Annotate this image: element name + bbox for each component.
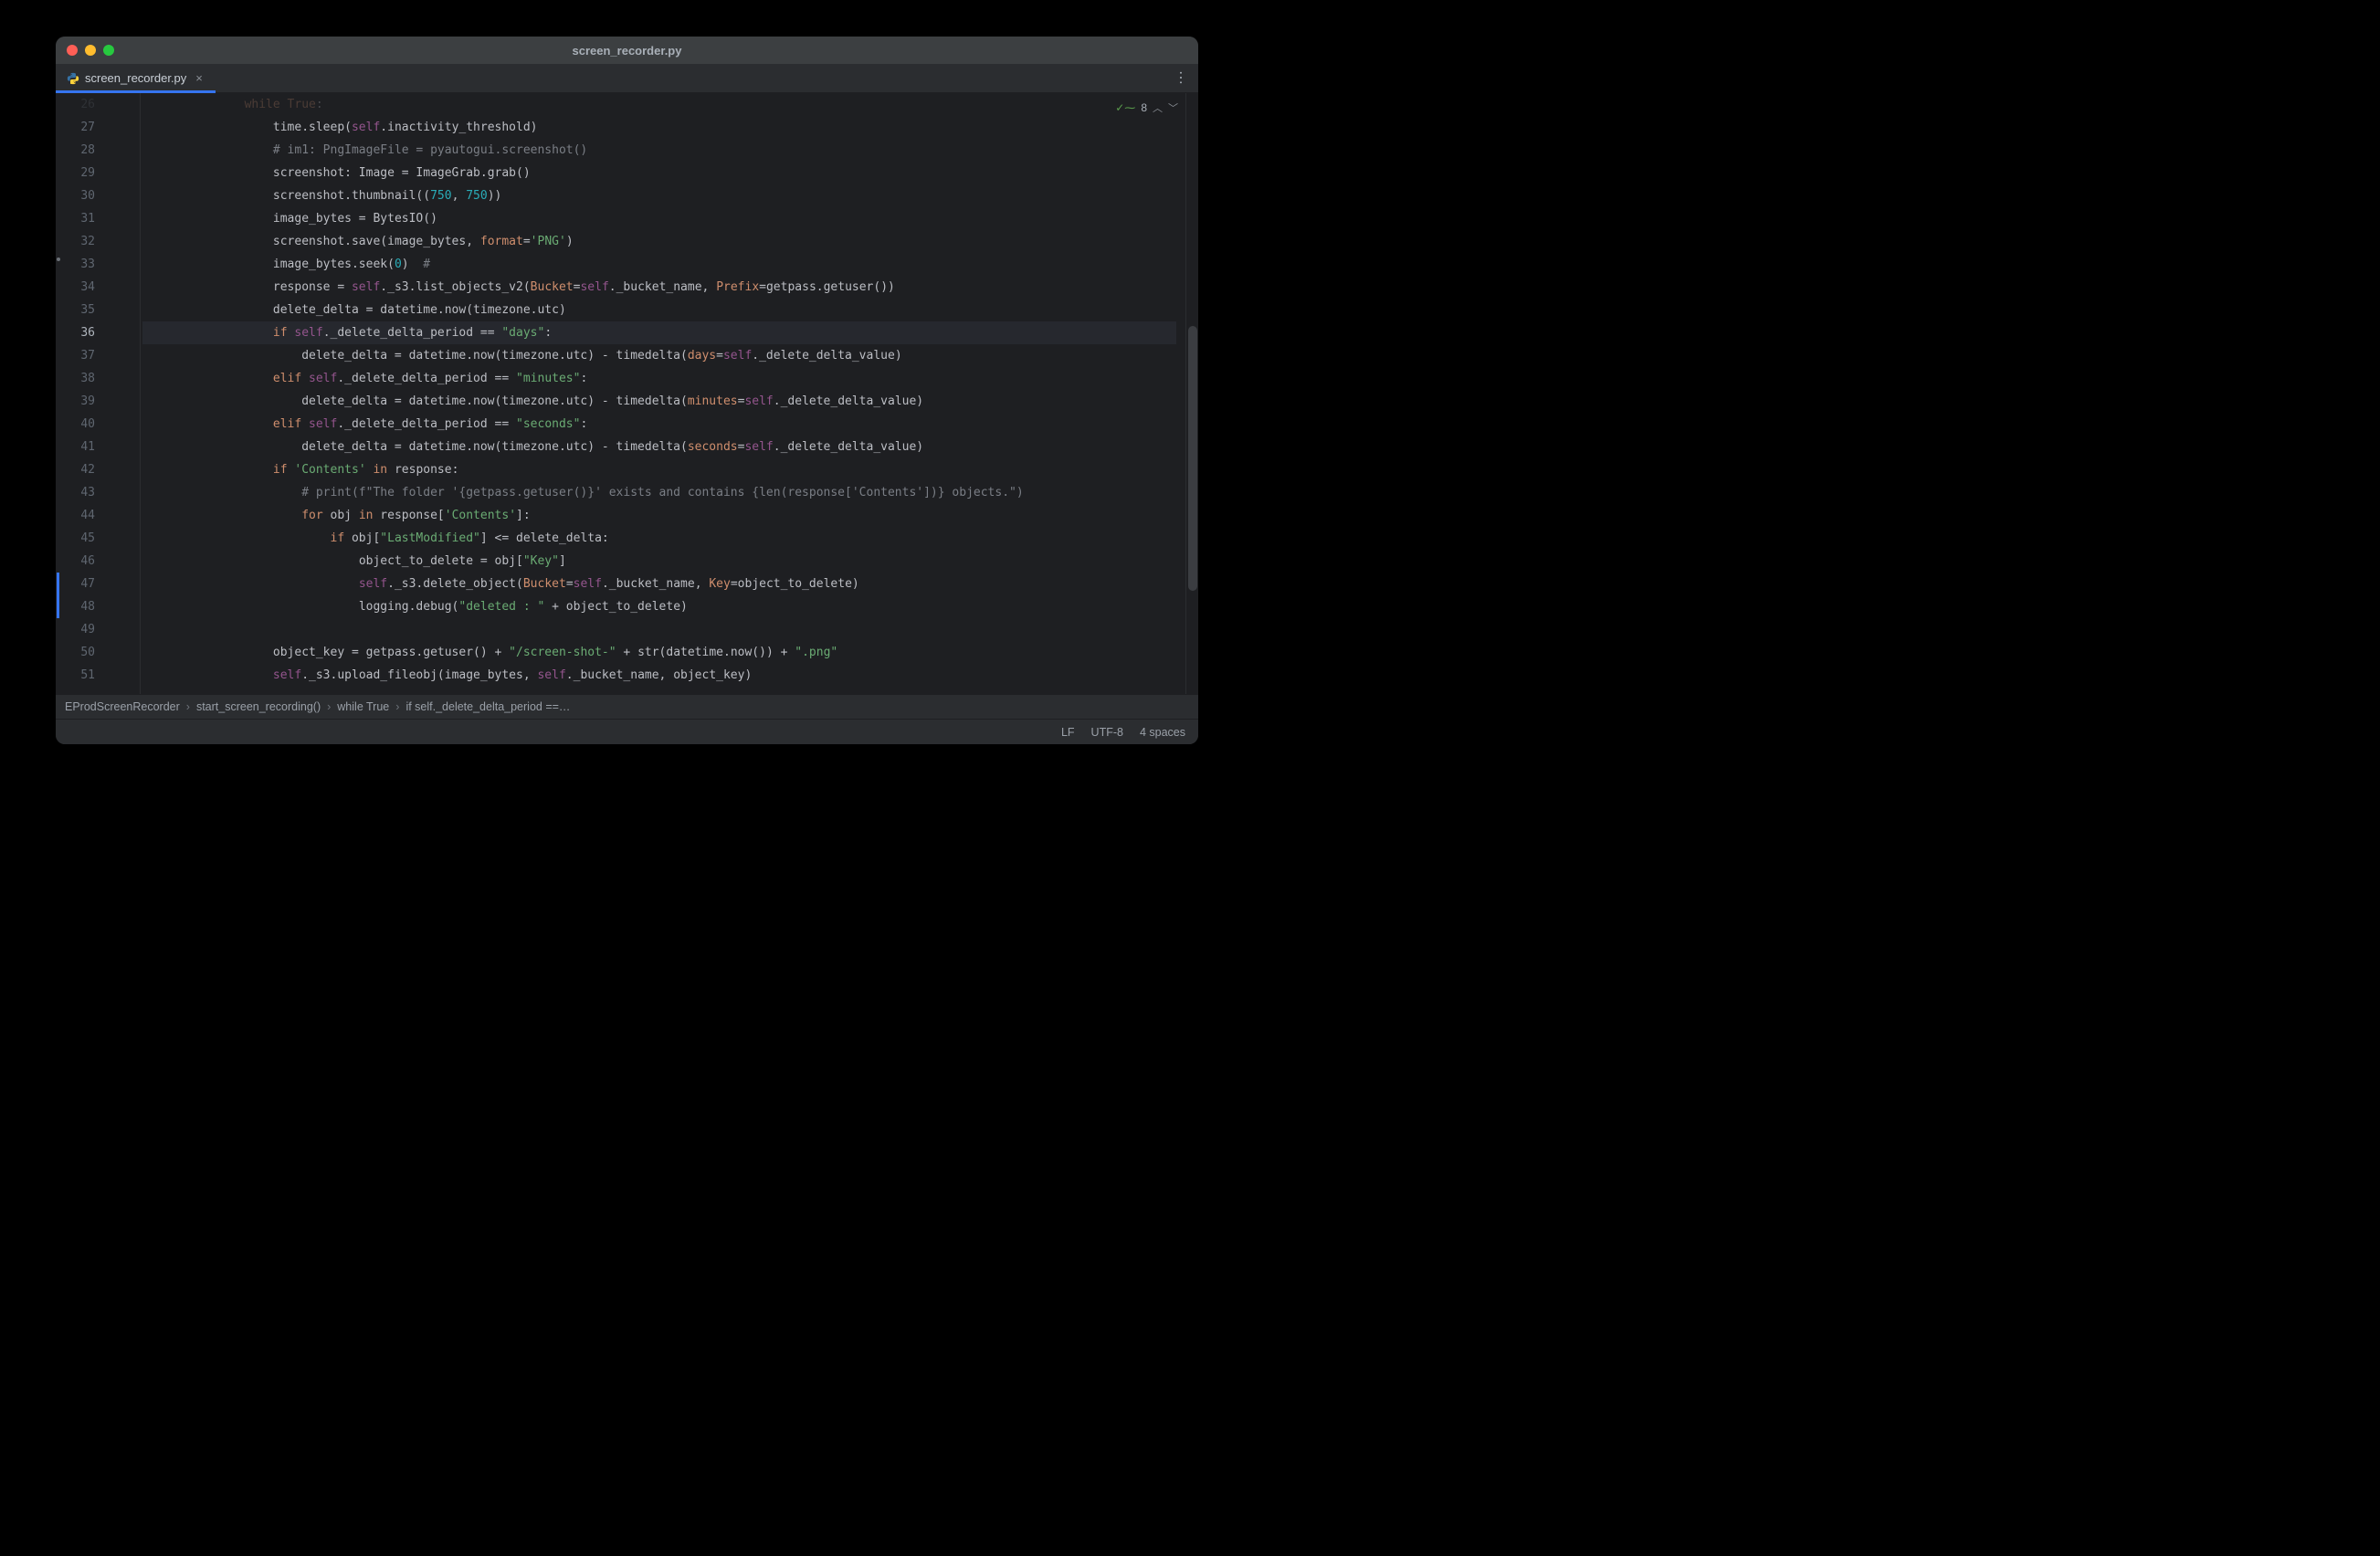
check-icon: ✓⁓ (1115, 101, 1135, 114)
encoding[interactable]: UTF-8 (1091, 726, 1123, 739)
chevron-up-icon[interactable]: ︿ (1153, 100, 1163, 115)
maximize-window-button[interactable] (103, 45, 114, 56)
minimap-scrollbar[interactable] (1185, 93, 1198, 694)
window-controls (67, 45, 114, 56)
breadcrumb-item[interactable]: if self._delete_delta_period ==… (405, 700, 570, 713)
line-number-gutter: 2627282930313233343536373839404142434445… (56, 93, 104, 694)
window-title: screen_recorder.py (56, 44, 1198, 58)
tab-screen-recorder[interactable]: screen_recorder.py × (56, 64, 216, 92)
close-window-button[interactable] (67, 45, 78, 56)
breadcrumb-item[interactable]: EProdScreenRecorder (65, 700, 180, 713)
tab-options-icon[interactable]: ⋯ (1172, 70, 1190, 87)
inspection-widget[interactable]: ✓⁓ 8 ︿ ﹀ (1115, 100, 1178, 115)
breadcrumb[interactable]: EProdScreenRecorder›start_screen_recordi… (56, 694, 1198, 719)
code-editor[interactable]: 2627282930313233343536373839404142434445… (56, 93, 1198, 694)
tab-label: screen_recorder.py (85, 71, 186, 85)
indent-setting[interactable]: 4 spaces (1140, 726, 1185, 739)
titlebar[interactable]: screen_recorder.py (56, 37, 1198, 64)
scrollbar-thumb[interactable] (1188, 326, 1197, 591)
chevron-down-icon[interactable]: ﹀ (1168, 100, 1178, 115)
fold-column (104, 93, 141, 694)
status-bar: LF UTF-8 4 spaces (56, 719, 1198, 744)
tab-bar: screen_recorder.py × ⋯ (56, 64, 1198, 93)
code-area[interactable]: while True: time.sleep(self.inactivity_t… (141, 93, 1185, 694)
breadcrumb-item[interactable]: while True (337, 700, 389, 713)
line-ending[interactable]: LF (1061, 726, 1075, 739)
editor-window: screen_recorder.py screen_recorder.py × … (56, 37, 1198, 744)
close-tab-icon[interactable]: × (192, 71, 206, 85)
minimize-window-button[interactable] (85, 45, 96, 56)
python-icon (67, 72, 79, 85)
breadcrumb-item[interactable]: start_screen_recording() (196, 700, 321, 713)
change-marker-icon (57, 258, 60, 261)
warning-count: 8 (1141, 101, 1147, 114)
